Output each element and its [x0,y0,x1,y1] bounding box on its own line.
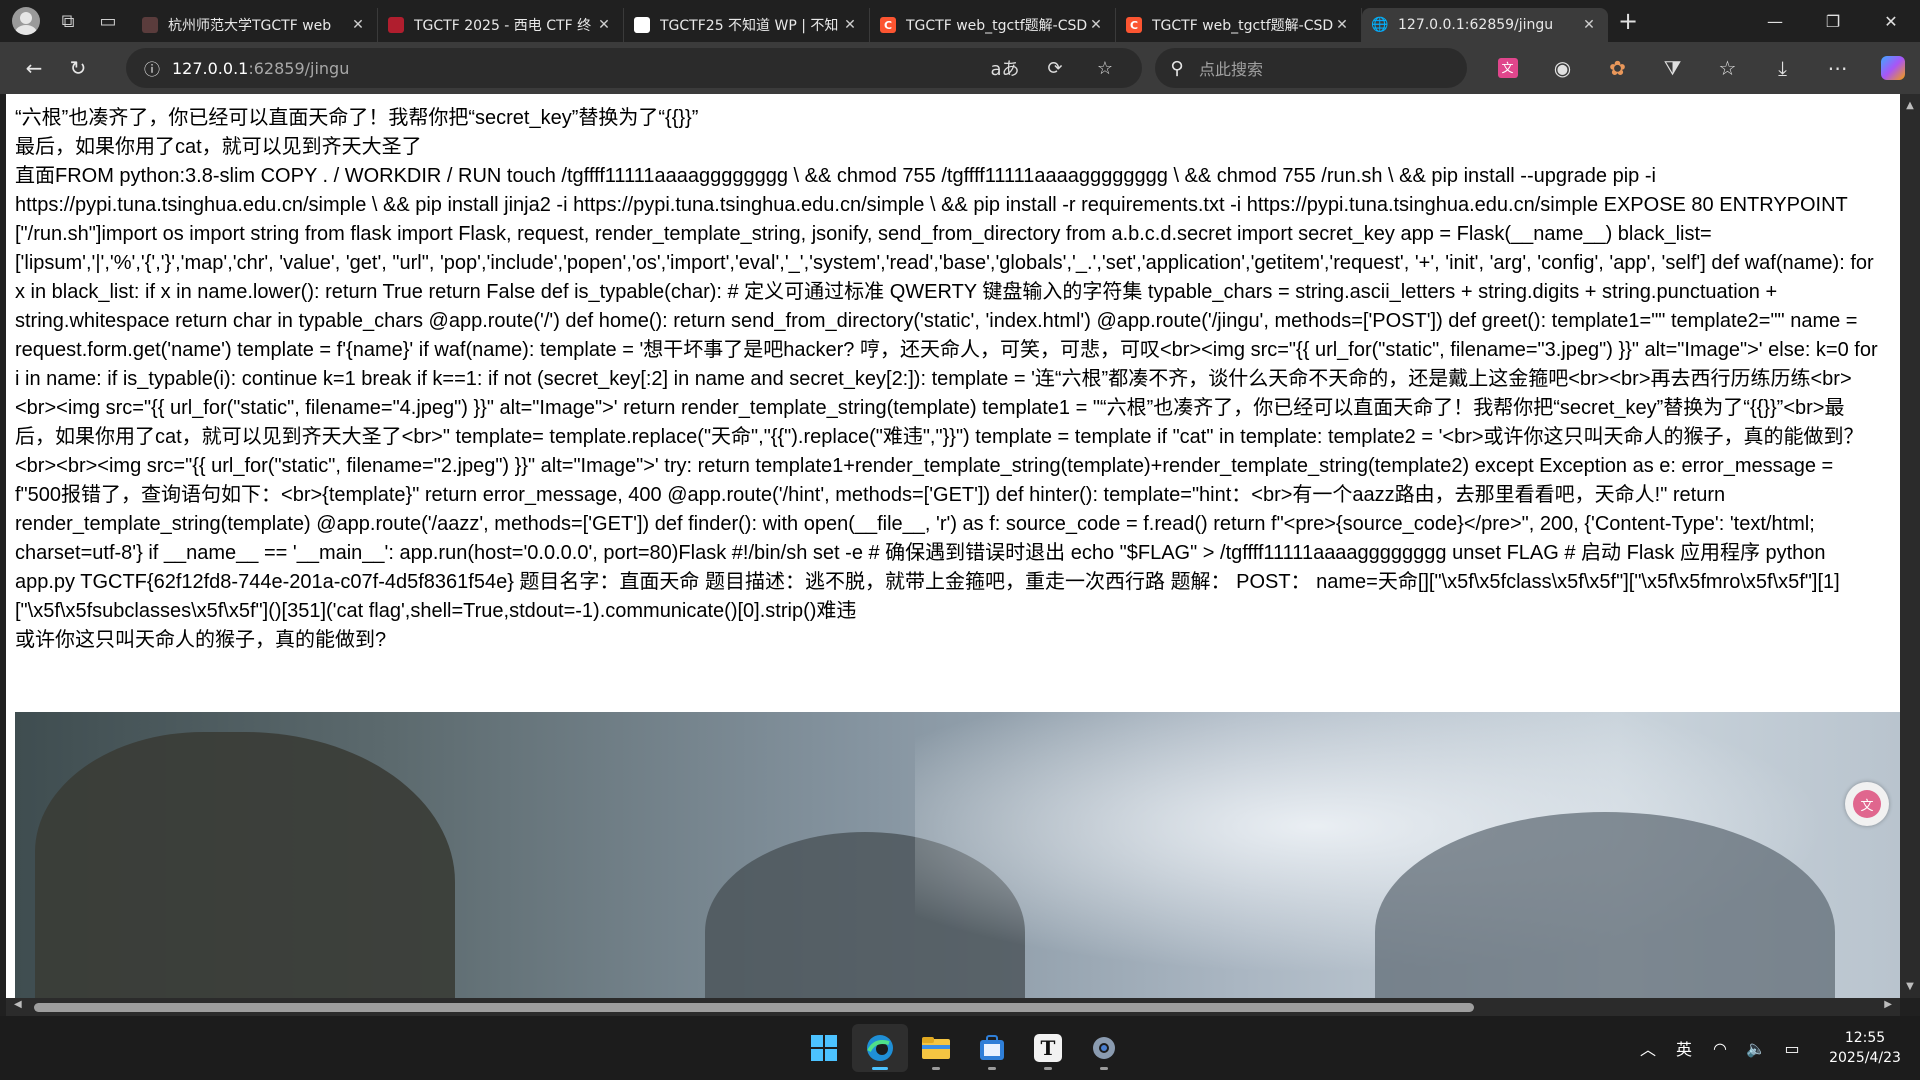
favorite-star-icon[interactable]: ☆ [1080,58,1130,79]
cookie-extension-icon[interactable]: ✿ [1590,42,1645,94]
taskbar-file-explorer-icon[interactable] [908,1024,964,1072]
tab-5-close-icon[interactable]: ✕ [1333,17,1351,33]
tab-5-favicon-icon: C [1126,17,1142,33]
profile-avatar-icon[interactable] [12,7,40,35]
clock[interactable]: 12:55 2025/4/23 [1820,1028,1910,1068]
more-menu-icon[interactable]: ⋯ [1810,42,1865,94]
tab-4[interactable]: C TGCTF web_tgctf题解-CSD ✕ [870,8,1116,42]
wifi-icon[interactable]: ◠ [1702,1039,1738,1058]
volume-icon[interactable]: 🔈 [1738,1039,1774,1058]
record-extension-icon[interactable]: ◉ [1535,42,1590,94]
vertical-scrollbar[interactable]: ▲ ▼ [1900,94,1920,998]
scroll-left-icon[interactable]: ◀ [14,999,22,1010]
favorites-icon[interactable]: ☆ [1700,42,1755,94]
text-line-1: “六根”也凑齐了，你已经可以直面天命了！我帮你把“secret_key”替换为了… [15,107,699,129]
battery-icon[interactable]: ▭ [1774,1039,1810,1058]
workspaces-icon[interactable]: ⧉ [48,0,88,42]
tab-3-title: TGCTF25 不知道 WP | 不知 [660,18,839,34]
tray-chevron-icon[interactable]: ︿ [1630,1036,1666,1060]
downloads-icon[interactable]: ⤓ [1755,42,1810,94]
maximize-icon[interactable]: ❐ [1804,0,1862,42]
tab-actions-icon[interactable]: ▭ [88,0,128,42]
tab-4-favicon-icon: C [880,17,896,33]
scroll-up-icon[interactable]: ▲ [1900,100,1920,111]
scroll-down-icon[interactable]: ▼ [1900,981,1920,992]
search-box[interactable]: ⚲ 点此搜索 [1155,48,1467,88]
page-content: “六根”也凑齐了，你已经可以直面天命了！我帮你把“secret_key”替换为了… [15,104,1883,655]
tab-6-title: 127.0.0.1:62859/jingu [1398,17,1554,33]
tab-3[interactable]: TGCTF25 不知道 WP | 不知 ✕ [624,8,870,42]
tab-3-favicon-icon [634,17,650,33]
taskbar-edge-icon[interactable] [852,1024,908,1072]
tab-6-globe-icon: 🌐 [1371,17,1389,33]
edge-refresh-icon[interactable]: ⟳ [1030,58,1080,79]
tab-3-close-icon[interactable]: ✕ [841,17,859,33]
tab-1-favicon-icon [142,17,158,33]
source-code-text: 直面FROM python:3.8-slim COPY . / WORKDIR … [15,165,1878,622]
new-tab-button[interactable]: + [1608,4,1648,38]
start-button[interactable] [796,1024,852,1072]
horizontal-scrollbar[interactable]: ◀ ▶ [6,998,1900,1016]
copilot-icon[interactable] [1865,42,1920,94]
taskbar-settings-icon[interactable] [1076,1024,1132,1072]
wukong-image [15,712,1900,998]
image-figure-left [35,732,455,998]
tab-5-title: TGCTF web_tgctf题解-CSD [1152,18,1333,34]
tab-4-close-icon[interactable]: ✕ [1087,17,1105,33]
search-icon: ⚲ [1170,57,1184,79]
clock-date: 2025/4/23 [1829,1050,1901,1066]
tab-strip: ⧉ ▭ 杭州师范大学TGCTF web ✕ TGCTF 2025 - 西电 CT… [0,0,1920,42]
window-controls: — ❐ ✕ [1746,0,1920,42]
taskbar: T ︿ 英 ◠ 🔈 ▭ 12:55 2025/4/23 [0,1016,1920,1080]
scroll-right-icon[interactable]: ▶ [1884,999,1892,1010]
tab-1-close-icon[interactable]: ✕ [349,17,367,33]
tab-2-close-icon[interactable]: ✕ [595,17,613,33]
read-aloud-icon[interactable]: aあ [980,55,1030,81]
taskbar-apps: T [796,1024,1132,1072]
browser-toolbar: ← ↻ ⓘ 127.0.0.1:62859/jingu aあ ⟳ ☆ ⚲ 点此搜… [0,42,1920,94]
tab-6-active[interactable]: 🌐 127.0.0.1:62859/jingu ✕ [1362,8,1608,42]
minimize-icon[interactable]: — [1746,0,1804,42]
tab-2-title: TGCTF 2025 - 西电 CTF 终 [414,18,592,34]
ime-indicator[interactable]: 英 [1666,1036,1702,1060]
address-actions: aあ ⟳ ☆ [980,48,1130,88]
address-bar[interactable]: ⓘ 127.0.0.1:62859/jingu aあ ⟳ ☆ [126,48,1142,88]
translate-icon: 文 [1853,790,1881,818]
floating-translate-button[interactable]: 文 [1845,782,1889,826]
tab-5[interactable]: C TGCTF web_tgctf题解-CSD ✕ [1116,8,1362,42]
back-icon[interactable]: ← [12,48,56,88]
tab-1[interactable]: 杭州师范大学TGCTF web ✕ [132,8,378,42]
tab-2-favicon-icon [388,17,404,33]
tab-6-close-icon[interactable]: ✕ [1580,17,1598,33]
url-text[interactable]: 127.0.0.1:62859/jingu [172,59,349,78]
tab-4-title: TGCTF web_tgctf题解-CSD [906,18,1087,34]
taskbar-store-icon[interactable] [964,1024,1020,1072]
taskbar-typora-icon[interactable]: T [1020,1024,1076,1072]
close-window-icon[interactable]: ✕ [1862,0,1920,42]
search-placeholder: 点此搜索 [1199,60,1264,79]
extensions-puzzle-icon[interactable]: ⧩ [1645,42,1700,94]
refresh-icon[interactable]: ↻ [56,48,100,88]
tab-2[interactable]: TGCTF 2025 - 西电 CTF 终 ✕ [378,8,624,42]
text-line-last: 或许你这只叫天命人的猴子，真的能做到? [15,629,387,651]
clock-time: 12:55 [1844,1030,1886,1046]
toolbar-extensions: 文 ◉ ✿ ⧩ ☆ ⤓ ⋯ [1480,42,1920,94]
site-info-icon[interactable]: ⓘ [132,56,172,80]
translate-extension-icon[interactable]: 文 [1480,42,1535,94]
system-tray: ︿ 英 ◠ 🔈 ▭ 12:55 2025/4/23 [1630,1016,1920,1080]
tabs: 杭州师范大学TGCTF web ✕ TGCTF 2025 - 西电 CTF 终 … [132,0,1608,42]
web-page: “六根”也凑齐了，你已经可以直面天命了！我帮你把“secret_key”替换为了… [6,94,1900,998]
horizontal-scroll-thumb[interactable] [34,1003,1474,1012]
text-line-2: 最后，如果你用了cat，就可以见到齐天大圣了 [15,136,422,158]
tab-1-title: 杭州师范大学TGCTF web [168,18,332,34]
